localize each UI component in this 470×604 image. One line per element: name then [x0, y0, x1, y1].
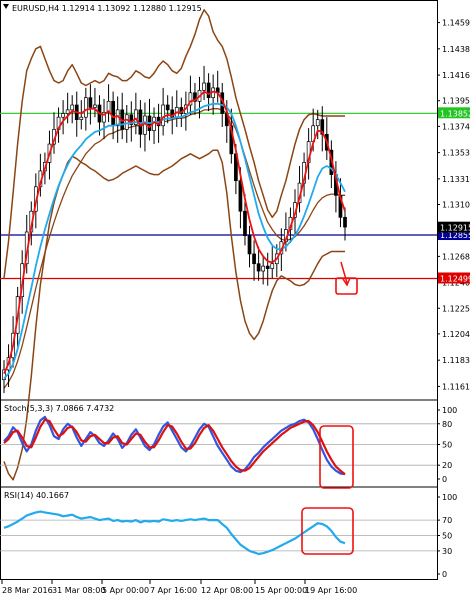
candle-body	[65, 109, 70, 114]
candle-body	[247, 235, 252, 255]
y-tick-label: 1.12045	[442, 330, 470, 339]
chart-svg: 1.14595 1.14380 1.14165 1.13955 1.13745 1.135…	[0, 0, 470, 595]
y-tick-label: 1.14165	[442, 71, 470, 80]
x-tick-label: 28 Mar 2016	[2, 586, 53, 595]
y-tick-label: 1.13105	[442, 200, 470, 209]
candle-body	[70, 104, 75, 111]
candle-body	[161, 104, 165, 127]
candle-body	[252, 253, 256, 265]
candle-body	[343, 216, 347, 228]
y-tick-label: 1.14595	[442, 19, 470, 28]
stochastic-y-tick-label: 100	[442, 406, 457, 415]
rsi-y-tick-label: 50	[442, 532, 452, 541]
candle-body	[61, 113, 65, 118]
candle-body	[206, 82, 211, 99]
rsi-annotation-box	[301, 507, 354, 555]
x-tick-label: 15 Apr 00:00	[255, 586, 307, 595]
rsi-y-tick-label: 0	[442, 570, 447, 579]
y-tick-label: 1.13745	[442, 122, 470, 131]
candle-body	[88, 97, 93, 108]
price-level-label: 1.13852	[440, 109, 470, 118]
y-tick-label: 1.13530	[442, 149, 470, 158]
y-tick-label: 1.13315	[442, 175, 470, 184]
candle-body	[256, 263, 261, 272]
candle-body	[138, 109, 143, 135]
rsi-y-tick-label: 70	[442, 516, 452, 525]
rsi-title: RSI(14) 40.1667	[4, 491, 69, 500]
candle-body	[270, 263, 275, 269]
candle-body	[83, 97, 88, 118]
x-tick-label: 19 Apr 16:00	[305, 586, 357, 595]
rsi-series-line	[3, 510, 346, 556]
y-tick-label: 1.11615	[442, 382, 470, 391]
stochastic-y-tick-label: 0	[442, 475, 447, 484]
candle-body	[202, 82, 206, 91]
dropdown-icon	[3, 4, 9, 9]
stochastic-y-tick-label: 80	[442, 420, 452, 429]
stochastic-y-tick-label: 50	[442, 441, 452, 450]
y-tick-label: 1.12680	[442, 252, 470, 261]
candle-body	[93, 104, 97, 108]
y-tick-label: 1.14380	[442, 45, 470, 54]
x-tick-label: 12 Apr 08:00	[201, 586, 253, 595]
candle-body	[238, 180, 243, 212]
candle-body	[261, 265, 266, 272]
y-tick-label: 1.13955	[442, 97, 470, 106]
symbol-title: EURUSD,H4 1.12914 1.13092 1.12880 1.1291…	[12, 4, 202, 13]
candle-body	[165, 104, 170, 111]
stochastic-y-tick-label: 20	[442, 461, 452, 470]
stochastic-series-line	[3, 418, 346, 476]
moving-average-blue-line	[3, 102, 346, 380]
y-tick-label: 1.12255	[442, 304, 470, 313]
candle-body	[243, 210, 247, 236]
chart-window: 1.14595 1.14380 1.14165 1.13955 1.13745 1.135…	[0, 0, 470, 600]
candle-body	[124, 114, 129, 130]
candle-body	[79, 116, 84, 120]
candle-body	[265, 265, 270, 269]
y-tick-label: 1.11830	[442, 356, 470, 365]
candle-body	[315, 119, 320, 127]
rsi-y-tick-label: 30	[442, 547, 452, 556]
price-level-label: 1.12499	[440, 274, 470, 283]
last-price-label: 1.12915	[440, 224, 470, 233]
stochastic-title: Stoch(5,3,3) 7.0866 7.4732	[4, 404, 114, 413]
rsi-y-tick-label: 100	[442, 493, 457, 502]
x-tick-label: 31 Mar 08:00	[52, 586, 105, 595]
x-tick-label: 7 Apr 16:00	[150, 586, 197, 595]
x-tick-label: 5 Apr 00:00	[102, 586, 149, 595]
candle-body	[111, 100, 115, 127]
